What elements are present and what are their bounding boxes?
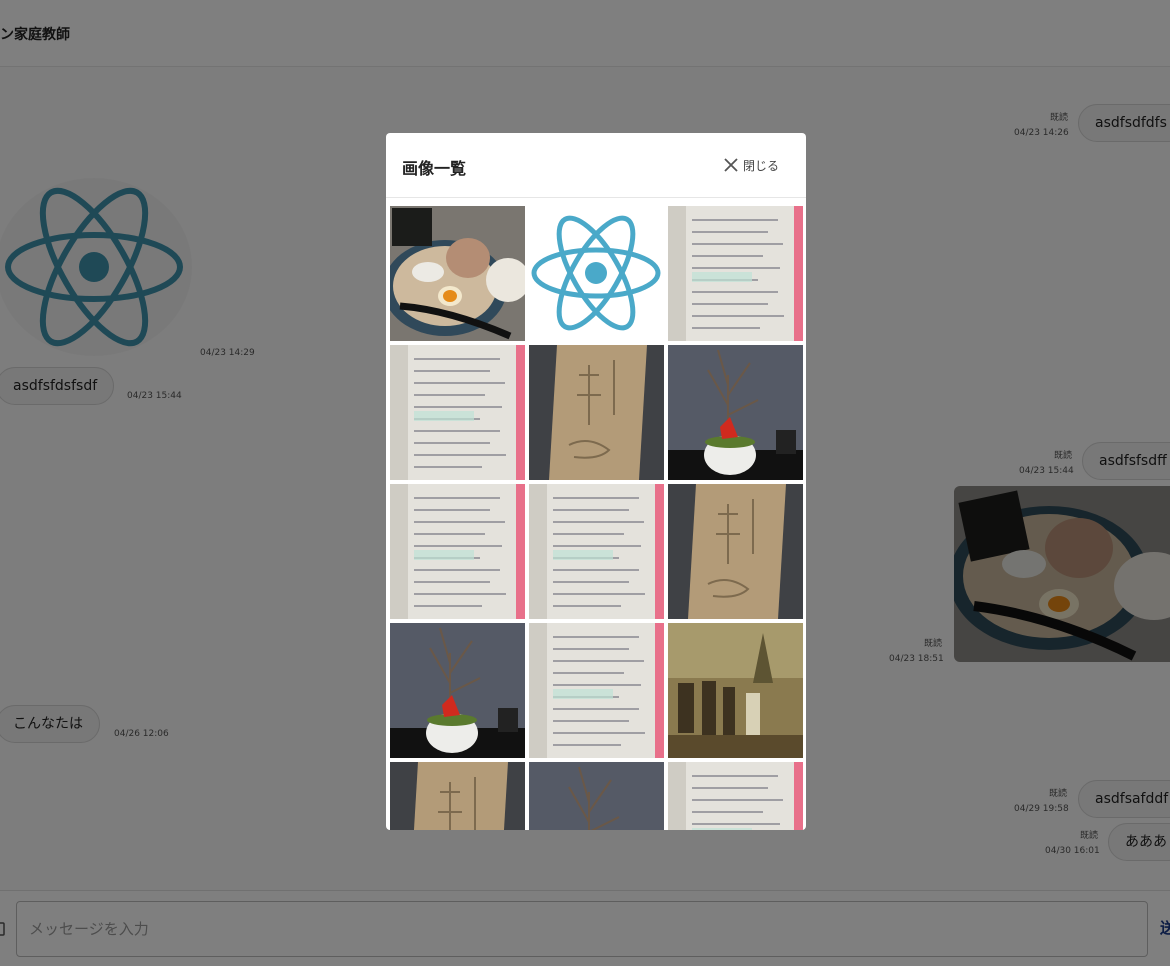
gallery-thumbnail-bonsai-tree[interactable] xyxy=(529,762,664,830)
gallery-thumbnail-math-notebook[interactable] xyxy=(390,345,525,480)
gallery-thumbnail-ramen[interactable] xyxy=(390,206,525,341)
stone-relief-image xyxy=(529,345,664,480)
bonsai-tree-image xyxy=(668,345,803,480)
react-logo-image xyxy=(529,206,664,341)
gallery-thumbnail-math-notebook[interactable] xyxy=(668,762,803,830)
bonsai-tree-image xyxy=(529,762,664,830)
bonsai-tree-image xyxy=(390,623,525,758)
math-notebook-image xyxy=(529,623,664,758)
gallery-thumbnail-stone-relief[interactable] xyxy=(529,345,664,480)
math-notebook-image xyxy=(529,484,664,619)
modal-title: 画像一覧 xyxy=(402,159,467,178)
close-label: 閉じる xyxy=(743,158,780,173)
stone-relief-image xyxy=(390,762,525,830)
gallery-thumbnail-math-notebook[interactable] xyxy=(529,623,664,758)
gallery-thumbnail-historical-painting[interactable] xyxy=(668,623,803,758)
image-gallery-modal: 画像一覧 閉じる xyxy=(386,133,806,830)
ramen-image xyxy=(390,206,525,341)
math-notebook-image xyxy=(390,484,525,619)
math-notebook-image xyxy=(668,762,803,830)
stone-relief-image xyxy=(668,484,803,619)
math-notebook-image xyxy=(390,345,525,480)
gallery-thumbnail-math-notebook[interactable] xyxy=(668,206,803,341)
gallery-thumbnail-math-notebook[interactable] xyxy=(390,484,525,619)
close-button[interactable]: 閉じる xyxy=(724,155,779,175)
close-icon xyxy=(724,158,738,172)
gallery-thumbnail-bonsai-tree[interactable] xyxy=(390,623,525,758)
gallery-thumbnail-math-notebook[interactable] xyxy=(529,484,664,619)
modal-header: 画像一覧 閉じる xyxy=(386,133,806,198)
gallery-thumbnail-stone-relief[interactable] xyxy=(668,484,803,619)
math-notebook-image xyxy=(668,206,803,341)
gallery-thumbnail-bonsai-tree[interactable] xyxy=(668,345,803,480)
historical-painting-image xyxy=(668,623,803,758)
gallery-thumbnail-stone-relief[interactable] xyxy=(390,762,525,830)
gallery-thumbnail-react-logo[interactable] xyxy=(529,206,664,341)
